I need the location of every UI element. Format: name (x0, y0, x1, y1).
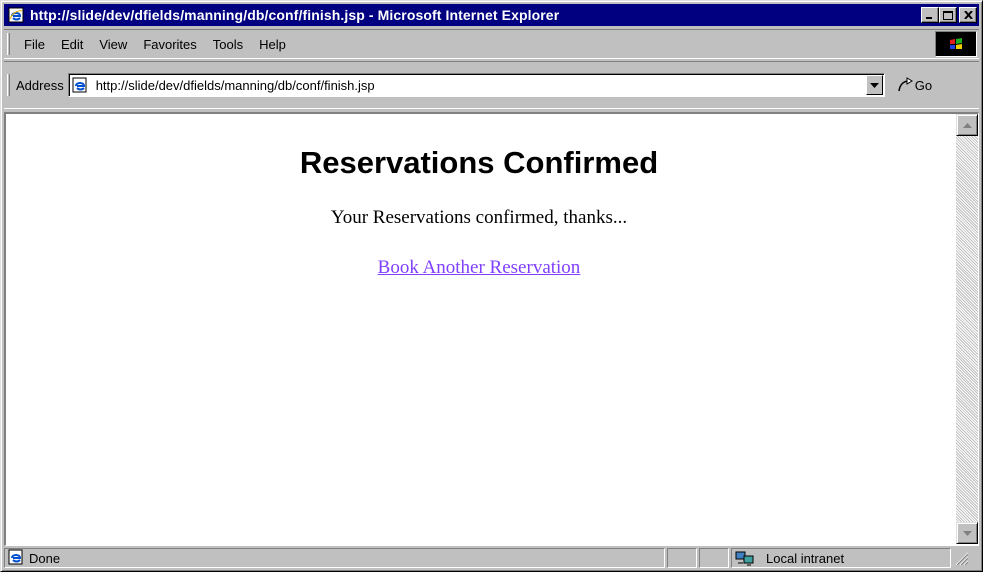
maximize-icon (943, 10, 953, 20)
go-arrow-icon (897, 77, 913, 92)
address-input[interactable] (95, 77, 866, 93)
address-grip[interactable] (7, 74, 10, 96)
book-another-reservation-link[interactable]: Book Another Reservation (378, 257, 581, 279)
address-field[interactable] (67, 73, 885, 97)
status-panel: Done (4, 548, 665, 568)
window-controls (921, 7, 977, 23)
scroll-up-button[interactable] (956, 114, 978, 136)
menu-view[interactable]: View (91, 37, 135, 52)
ie-page-icon (8, 549, 24, 568)
local-intranet-icon (735, 550, 755, 566)
scroll-down-button[interactable] (956, 522, 978, 544)
arrow-down-icon (962, 530, 972, 536)
menu-tools[interactable]: Tools (205, 37, 251, 52)
status-bar: Done Local intranet (4, 547, 979, 569)
status-text: Done (29, 550, 61, 566)
status-security-panel (699, 548, 729, 568)
window-title: http://slide/dev/dfields/manning/db/conf… (30, 7, 560, 23)
address-dropdown-button[interactable] (865, 75, 883, 95)
zone-label: Local intranet (766, 550, 845, 566)
go-label: Go (914, 77, 933, 93)
page-title: Reservations Confirmed (299, 145, 659, 180)
title-bar[interactable]: http://slide/dev/dfields/manning/db/conf… (4, 4, 979, 26)
resize-grip-icon[interactable] (953, 550, 969, 566)
menu-favorites[interactable]: Favorites (135, 37, 204, 52)
content-area: Reservations Confirmed Your Reservations… (4, 112, 979, 546)
menu-file[interactable]: File (16, 37, 53, 52)
arrow-up-icon (962, 122, 972, 128)
chevron-down-icon (869, 82, 879, 88)
windows-logo-icon (935, 31, 977, 57)
address-bar: Address Go (4, 61, 979, 109)
ie-page-icon (72, 76, 90, 94)
minimize-button[interactable] (921, 7, 939, 23)
confirmation-message: Your Reservations confirmed, thanks... (330, 207, 628, 228)
web-page: Reservations Confirmed Your Reservations… (6, 114, 952, 544)
maximize-button[interactable] (939, 7, 957, 23)
security-zone-panel: Local intranet (731, 548, 951, 568)
go-button[interactable]: Go (897, 77, 932, 93)
browser-window: http://slide/dev/dfields/manning/db/conf… (0, 0, 983, 572)
ie-page-icon (7, 6, 25, 24)
vertical-scrollbar[interactable] (956, 114, 978, 544)
menu-edit[interactable]: Edit (53, 37, 91, 52)
minimize-icon (926, 17, 932, 19)
close-icon (963, 11, 973, 19)
status-progress-panel (667, 548, 697, 568)
toolbar-grip[interactable] (7, 33, 10, 55)
address-label: Address (16, 77, 64, 93)
close-button[interactable] (959, 7, 977, 23)
menu-help[interactable]: Help (251, 37, 294, 52)
menu-bar: File Edit View Favorites Tools Help (4, 29, 979, 59)
